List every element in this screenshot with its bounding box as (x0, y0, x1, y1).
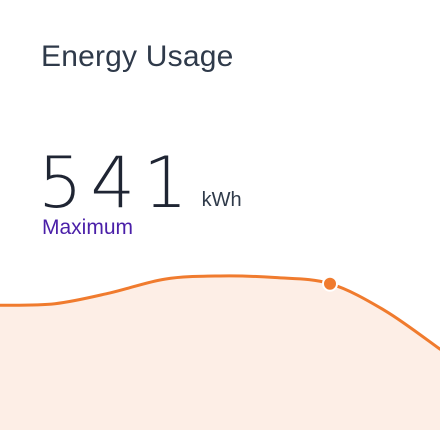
chart-area-fill (0, 275, 440, 430)
energy-usage-card: Energy Usage 541 kWh Maximum (0, 0, 440, 430)
energy-area-chart (0, 274, 440, 430)
chart-marker (322, 275, 338, 292)
